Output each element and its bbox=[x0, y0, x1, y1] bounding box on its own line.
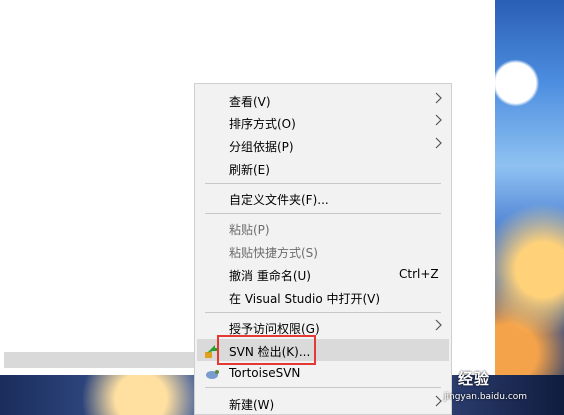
chevron-right-icon bbox=[435, 92, 442, 104]
chevron-right-icon bbox=[435, 114, 442, 126]
menu-separator bbox=[205, 312, 441, 313]
menu-item-new[interactable]: 新建(W) bbox=[197, 392, 449, 414]
menu-item-label: 在 Visual Studio 中打开(V) bbox=[229, 292, 381, 306]
menu-item-open-in-visual-studio[interactable]: 在 Visual Studio 中打开(V) bbox=[197, 286, 449, 308]
menu-item-label: 撤消 重命名(U) bbox=[229, 269, 311, 283]
menu-item-group-by[interactable]: 分组依据(P) bbox=[197, 134, 449, 156]
menu-item-label: 粘贴(P) bbox=[229, 223, 270, 237]
menu-item-refresh[interactable]: 刷新(E) bbox=[197, 157, 449, 179]
annotation-highlight-box bbox=[217, 335, 316, 365]
watermark-url: jingyan.baidu.com bbox=[444, 392, 528, 402]
menu-separator bbox=[205, 387, 441, 388]
menu-item-paste-shortcut[interactable]: 粘贴快捷方式(S) bbox=[197, 240, 449, 262]
menu-item-label: 粘贴快捷方式(S) bbox=[229, 246, 318, 260]
watermark-logo: 经验 bbox=[458, 370, 491, 388]
menu-item-label: TortoiseSVN bbox=[229, 366, 301, 380]
menu-item-label: 自定义文件夹(F)... bbox=[229, 193, 329, 207]
desktop-wallpaper bbox=[495, 0, 564, 415]
context-menu: 查看(V) 排序方式(O) 分组依据(P) 刷新(E) 自定义文件夹(F)...… bbox=[194, 83, 452, 415]
menu-item-label: 刷新(E) bbox=[229, 163, 270, 177]
menu-item-view[interactable]: 查看(V) bbox=[197, 89, 449, 111]
horizontal-scrollbar[interactable] bbox=[4, 352, 204, 368]
menu-separator bbox=[205, 213, 441, 214]
menu-separator bbox=[205, 183, 441, 184]
menu-item-sort-by[interactable]: 排序方式(O) bbox=[197, 111, 449, 133]
menu-item-paste[interactable]: 粘贴(P) bbox=[197, 217, 449, 239]
menu-item-label: 分组依据(P) bbox=[229, 140, 294, 154]
menu-item-customize-folder[interactable]: 自定义文件夹(F)... bbox=[197, 187, 449, 209]
menu-item-label: 新建(W) bbox=[229, 398, 275, 412]
menu-item-undo-rename[interactable]: 撤消 重命名(U) Ctrl+Z bbox=[197, 263, 449, 285]
menu-item-tortoisesvn[interactable]: TortoiseSVN bbox=[197, 362, 449, 384]
menu-item-label: 查看(V) bbox=[229, 95, 271, 109]
chevron-right-icon bbox=[435, 319, 442, 331]
chevron-right-icon bbox=[435, 395, 442, 407]
chevron-right-icon bbox=[435, 137, 442, 149]
tortoisesvn-icon bbox=[206, 370, 219, 379]
menu-item-shortcut: Ctrl+Z bbox=[399, 267, 439, 281]
menu-item-label: 排序方式(O) bbox=[229, 117, 296, 131]
